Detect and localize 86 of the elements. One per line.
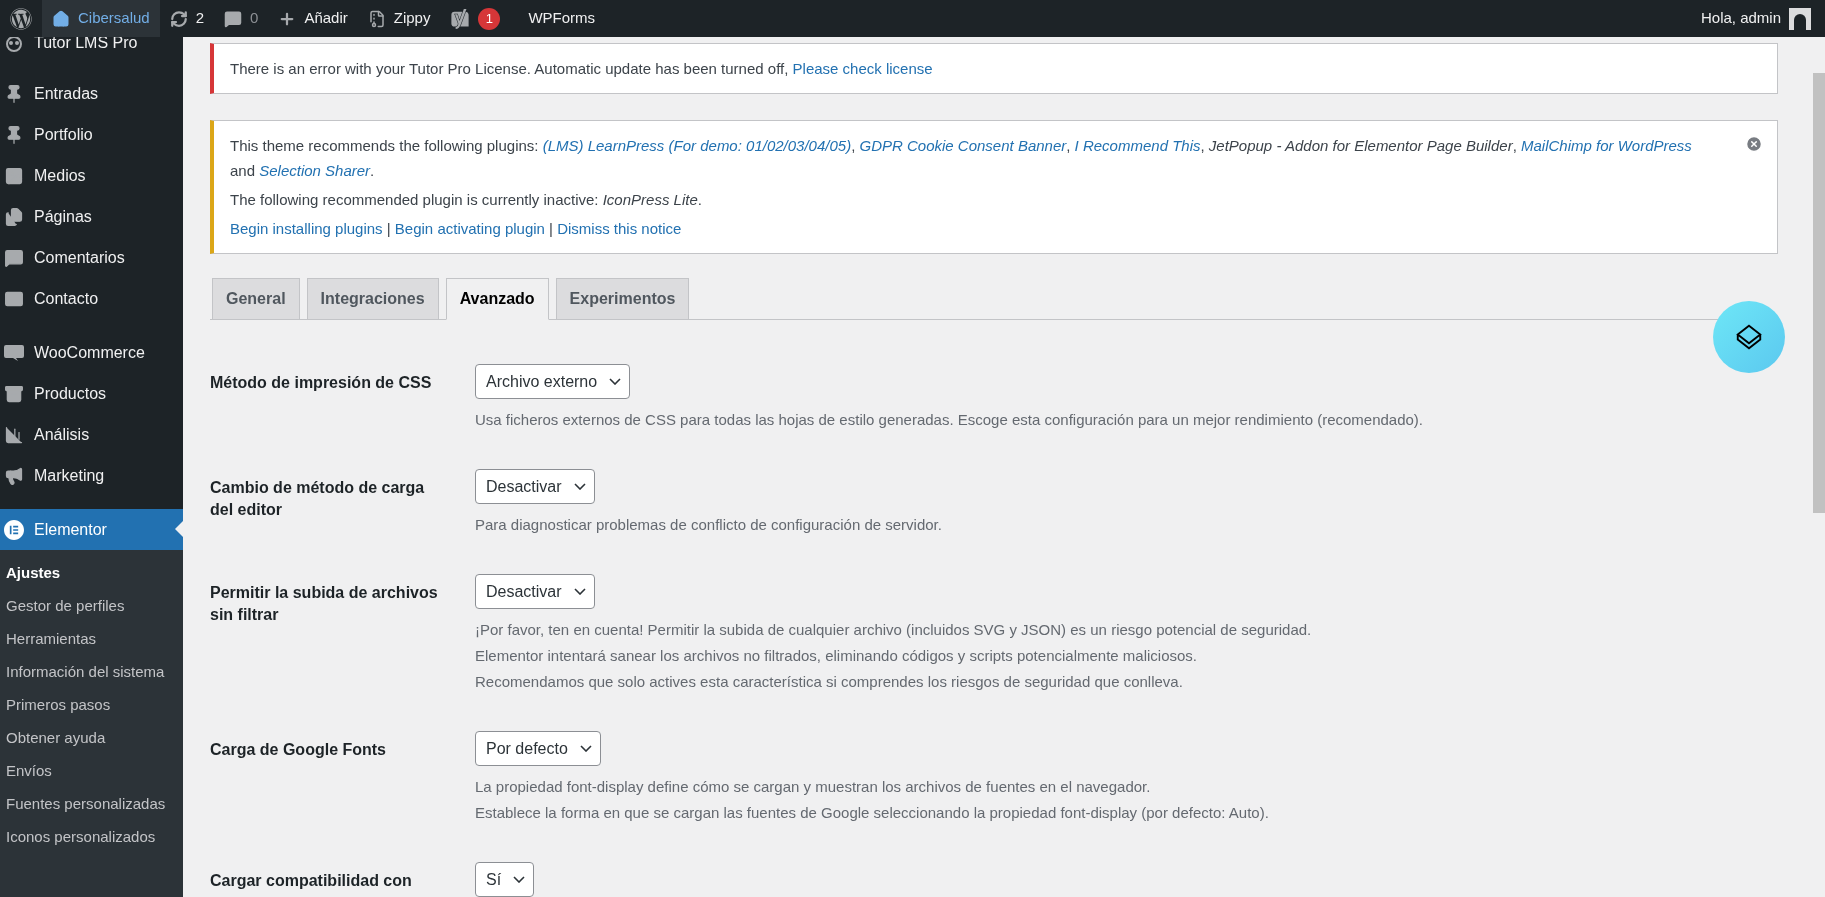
submenu-item[interactable]: Iconos personalizados xyxy=(0,820,183,853)
sidebar-item[interactable]: Comentarios xyxy=(0,237,183,278)
admin-bar-link[interactable]: WPForms xyxy=(518,0,606,37)
sidebar-item[interactable]: Análisis xyxy=(0,414,183,455)
settings-tab[interactable]: Integraciones xyxy=(306,278,439,320)
plugin-link[interactable]: I Recommend This xyxy=(1074,137,1201,154)
submenu-item[interactable]: Obtener ayuda xyxy=(0,721,183,754)
submenu-item[interactable]: Herramientas xyxy=(0,622,183,655)
close-icon[interactable] xyxy=(1745,135,1763,153)
home-icon xyxy=(52,9,70,28)
wordpress-logo-icon[interactable] xyxy=(10,7,32,30)
chevron-down-icon xyxy=(579,745,592,752)
sidebar-item[interactable]: Marketing xyxy=(0,455,183,496)
zip-file-icon xyxy=(367,9,386,28)
notice-link[interactable]: Begin installing plugins xyxy=(230,220,383,237)
select-dropdown[interactable]: Por defecto xyxy=(475,731,601,766)
notice-link[interactable]: Begin activating plugin xyxy=(394,220,545,237)
setting-label: Cargar compatibilidad con xyxy=(210,871,413,891)
settings-tab[interactable]: Avanzado xyxy=(445,278,549,320)
setting-description: La propiedad font-display define cómo se cargan y muestran los archivos de fuentes en el navegador. xyxy=(475,777,1152,797)
setting-description: Recomendamos que solo actives esta característica si comprendes los riesgos de seguridad que conlleva. xyxy=(475,672,1184,692)
plugin-link[interactable]: GDPR Cookie Consent Banner xyxy=(859,137,1067,154)
notification-count: 1 xyxy=(478,7,501,30)
greeting-text[interactable]: Hola, admin xyxy=(1700,7,1781,30)
cube-icon xyxy=(1734,322,1764,352)
submenu-item[interactable]: Envíos xyxy=(0,754,183,787)
comment-icon xyxy=(224,9,243,28)
submenu-item[interactable]: Información del sistema xyxy=(0,655,183,688)
select-dropdown[interactable]: Archivo externo xyxy=(475,364,631,399)
notice-link[interactable]: Dismiss this notice xyxy=(557,220,682,237)
setting-label: Método de impresión de CSS xyxy=(210,373,433,393)
setting-description: Elementor intentará sanear los archivos no filtrados, eliminando códigos y scripts potencialmente maliciosos. xyxy=(475,646,1199,666)
chevron-down-icon xyxy=(609,378,622,385)
notice-link[interactable]: Please check license xyxy=(792,60,933,77)
comments-link[interactable]: 0 xyxy=(214,0,269,37)
sidebar-item[interactable]: Páginas xyxy=(0,196,183,237)
sidebar-item[interactable]: Medios xyxy=(0,155,183,196)
select-dropdown[interactable]: Desactivar xyxy=(475,469,595,504)
plugin-link[interactable]: Selection Sharer xyxy=(259,162,371,179)
submenu-item[interactable]: Primeros pasos xyxy=(0,688,183,721)
sidebar-item[interactable]: Productos xyxy=(0,373,183,414)
chevron-down-icon xyxy=(573,588,586,595)
notice-text: The following recommended plugin is currently inactive: IconPress Lite. xyxy=(230,190,703,210)
sidebar-item[interactable]: Entradas xyxy=(0,73,183,114)
sidebar-item[interactable]: Elementor xyxy=(0,509,183,550)
archive-box-icon xyxy=(4,383,24,404)
submenu-item[interactable]: Fuentes personalizadas xyxy=(0,787,183,820)
setting-label: Carga de Google Fonts xyxy=(210,740,387,760)
plugin-link[interactable]: (LMS) LearnPress (For demo: 01/02/03/04/05) xyxy=(542,137,852,154)
current-menu-pointer xyxy=(175,521,183,537)
speech-bubble-icon xyxy=(4,344,24,361)
chevron-down-icon xyxy=(513,876,526,883)
add-new-link[interactable]: Añadir xyxy=(268,0,358,37)
avatar-silhouette[interactable] xyxy=(1789,7,1811,30)
settings-tab[interactable]: General xyxy=(212,278,300,320)
elementor-logo-icon xyxy=(4,519,24,540)
scrollbar[interactable] xyxy=(1813,73,1825,513)
sidebar-item[interactable]: Contacto xyxy=(0,278,183,319)
notice-text: There is an error with your Tutor Pro License. Automatic update has been turned off, Please check license xyxy=(230,59,934,79)
setting-description: ¡Por favor, ten en cuenta! Permitir la subida de cualquier archivo (incluidos SVG y JSON) es un riesgo potencial de seguridad. xyxy=(475,620,1312,640)
setting-description: Para diagnosticar problemas de conflicto de configuración de servidor. xyxy=(475,515,942,535)
setting-label: Permitir la subida de archivos sin filtrar xyxy=(210,583,439,625)
submenu-item[interactable]: Ajustes xyxy=(0,556,183,589)
refresh-icon xyxy=(169,9,188,28)
zippy-link[interactable]: Zippy xyxy=(357,0,441,37)
setting-label: Cambio de método de carga del editor xyxy=(210,478,426,520)
select-dropdown[interactable]: Sí xyxy=(475,862,535,897)
sidebar-item[interactable]: Tutor LMS Pro xyxy=(0,37,183,53)
updates-link[interactable]: 2 xyxy=(159,0,215,37)
yoast-logo-icon[interactable] xyxy=(450,8,471,29)
site-name-link[interactable]: Cibersalud xyxy=(42,0,160,37)
settings-tab[interactable]: Experimentos xyxy=(555,278,690,320)
setting-description: Establece la forma en que se cargan las fuentes de Google seleccionando la propiedad font-display (por defecto: Auto). xyxy=(475,803,1269,823)
plugin-link[interactable]: MailChimp for WordPress xyxy=(1520,137,1692,154)
sidebar-item[interactable]: Portfolio xyxy=(0,114,183,155)
notice-text: This theme recommends the following plugins: (LMS) LearnPress (For demo: 01/02/03/04/05), GDPR Cookie Consent Banner, I Recommend This, JetPopup - Addon for Elementor Page Builder, MailChimp for WordPress and Selection Sharer. xyxy=(230,136,1693,181)
notice-text: Begin installing plugins | Begin activating plugin | Dismiss this notice xyxy=(230,219,683,239)
megaphone-icon xyxy=(4,465,24,486)
submenu-item[interactable]: Gestor de perfiles xyxy=(0,589,183,622)
comment-icon xyxy=(4,247,24,268)
select-dropdown[interactable]: Desactivar xyxy=(475,574,595,609)
owl-logo-icon xyxy=(4,37,24,53)
chevron-down-icon xyxy=(573,483,586,490)
sidebar-item[interactable]: WooCommerce xyxy=(0,332,183,373)
setting-description: Usa ficheros externos de CSS para todas las hojas de estilo generadas. Escoge esta configuración para un mejor rendimiento (recomendado). xyxy=(475,410,1424,430)
pages-icon xyxy=(4,206,24,227)
